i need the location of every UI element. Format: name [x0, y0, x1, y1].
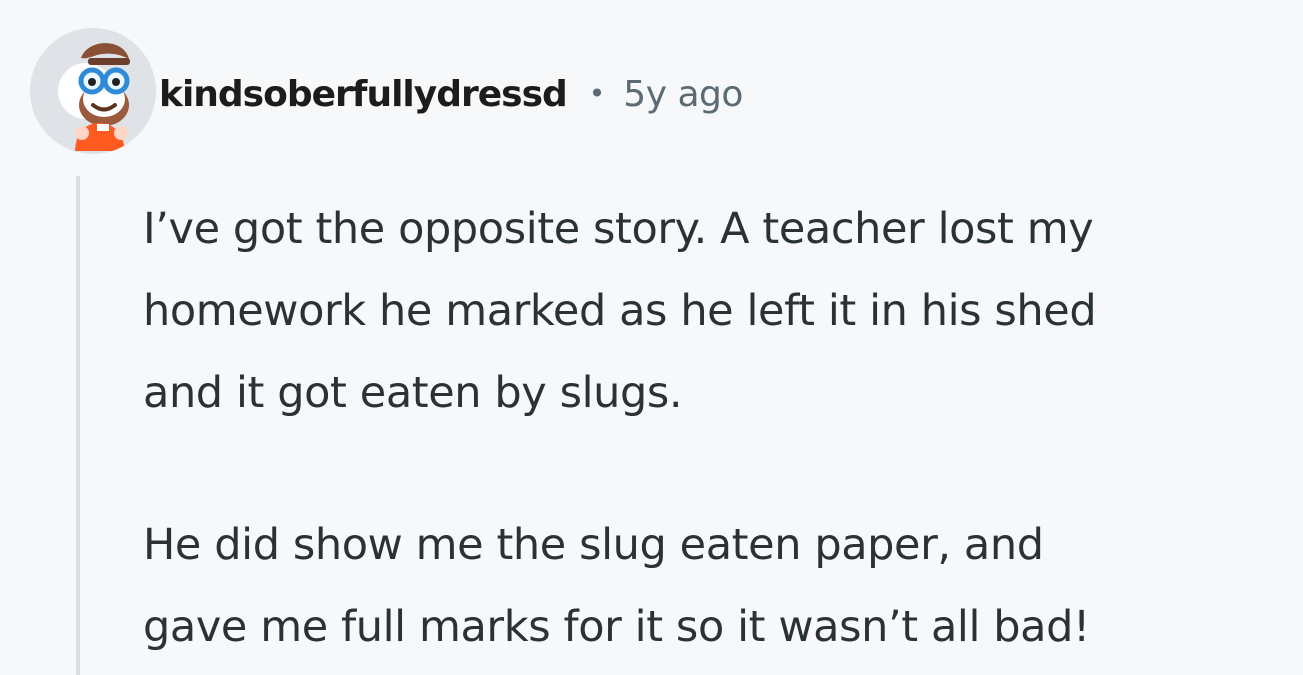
comment-paragraph: He did show me the slug eaten paper, and…: [143, 520, 1090, 652]
comment-meta: kindsoberfullydressd • 5y ago: [159, 66, 743, 122]
thread-line[interactable]: [76, 176, 80, 675]
timestamp[interactable]: 5y ago: [623, 74, 743, 115]
snoo-avatar-icon: [30, 28, 156, 154]
avatar[interactable]: [30, 28, 156, 154]
comment-body: I’ve got the opposite story. A teacher l…: [143, 188, 1283, 668]
comment-paragraph: I’ve got the opposite story. A teacher l…: [143, 204, 1097, 418]
comment: kindsoberfullydressd • 5y ago I’ve got t…: [0, 0, 1303, 675]
username-link[interactable]: kindsoberfullydressd: [159, 74, 568, 115]
meta-separator: •: [588, 76, 606, 110]
